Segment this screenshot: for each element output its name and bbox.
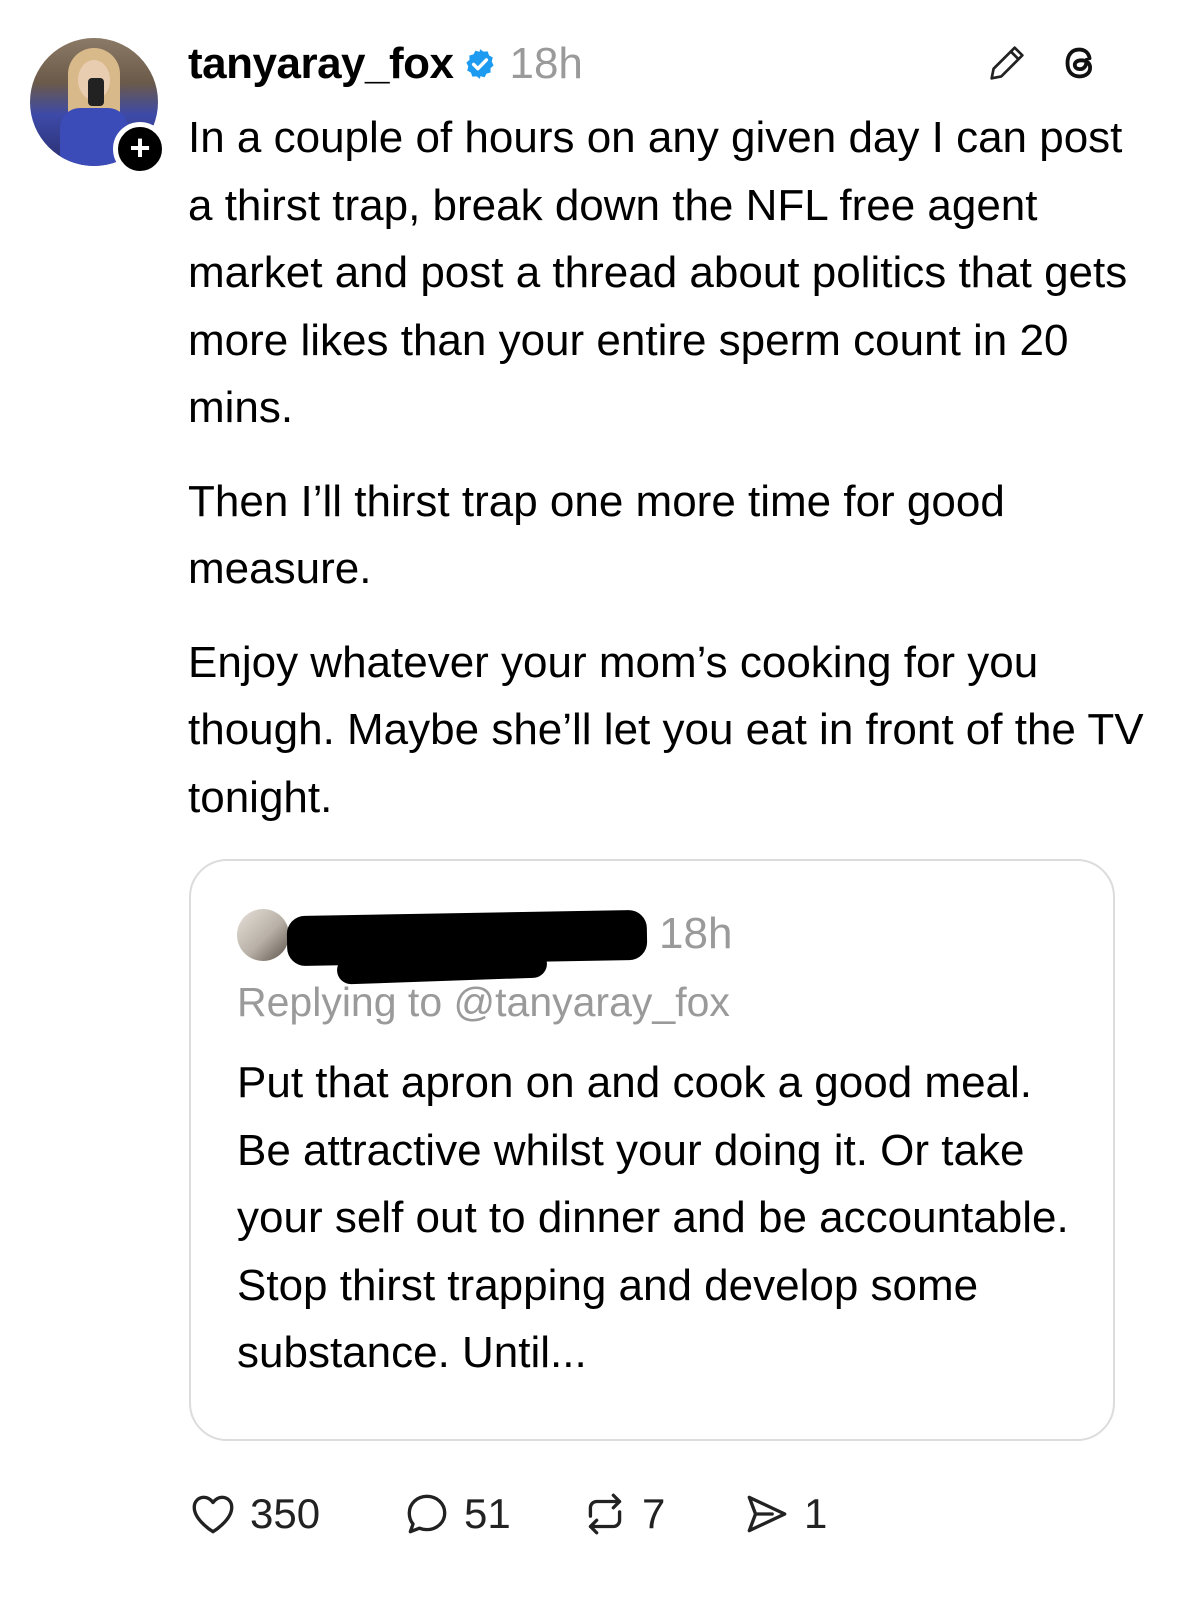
replying-to-label: Replying to @tanyaray_fox (237, 979, 730, 1025)
reply-count: 51 (464, 1490, 511, 1537)
share-count: 1 (804, 1490, 828, 1537)
quoted-post-card[interactable]: k 18h Replying to @tanyaray_fox Put that… (189, 859, 1115, 1441)
reply-button[interactable]: 51 (402, 1489, 580, 1539)
repost-button[interactable]: 7 (580, 1489, 742, 1539)
comment-bubble-icon (407, 1494, 447, 1534)
post-body: In a couple of hours on any given day I … (188, 104, 1148, 857)
send-icon (747, 1495, 787, 1533)
quoted-post-time: 18h (659, 909, 733, 958)
verified-badge-icon (466, 49, 495, 79)
post-paragraph: In a couple of hours on any given day I … (188, 113, 1128, 432)
quoted-author-avatar (237, 909, 289, 961)
threads-logo-icon[interactable] (1056, 40, 1102, 86)
pencil-icon[interactable] (984, 40, 1030, 86)
like-button[interactable]: 350 (188, 1489, 402, 1539)
post-paragraph: Enjoy whatever your mom’s cooking for yo… (188, 637, 1144, 822)
like-count: 350 (250, 1490, 321, 1537)
repost-icon (588, 1493, 622, 1535)
heart-icon (192, 1495, 234, 1534)
share-button[interactable]: 1 (742, 1489, 827, 1539)
avatar-phone (88, 78, 104, 106)
post-paragraph: Then I’ll thirst trap one more time for … (188, 476, 1005, 594)
quoted-post-text: Put that apron on and cook a good meal. … (237, 1058, 1069, 1377)
quoted-author-name: k (611, 909, 636, 958)
repost-count: 7 (642, 1490, 666, 1537)
follow-plus-button[interactable]: + (113, 122, 167, 176)
post-time: 18h (509, 39, 583, 88)
author-username[interactable]: tanyaray_fox (188, 39, 454, 89)
post-header: tanyaray_fox 18h (188, 38, 583, 90)
action-bar: 350 51 7 1 (188, 1484, 827, 1544)
